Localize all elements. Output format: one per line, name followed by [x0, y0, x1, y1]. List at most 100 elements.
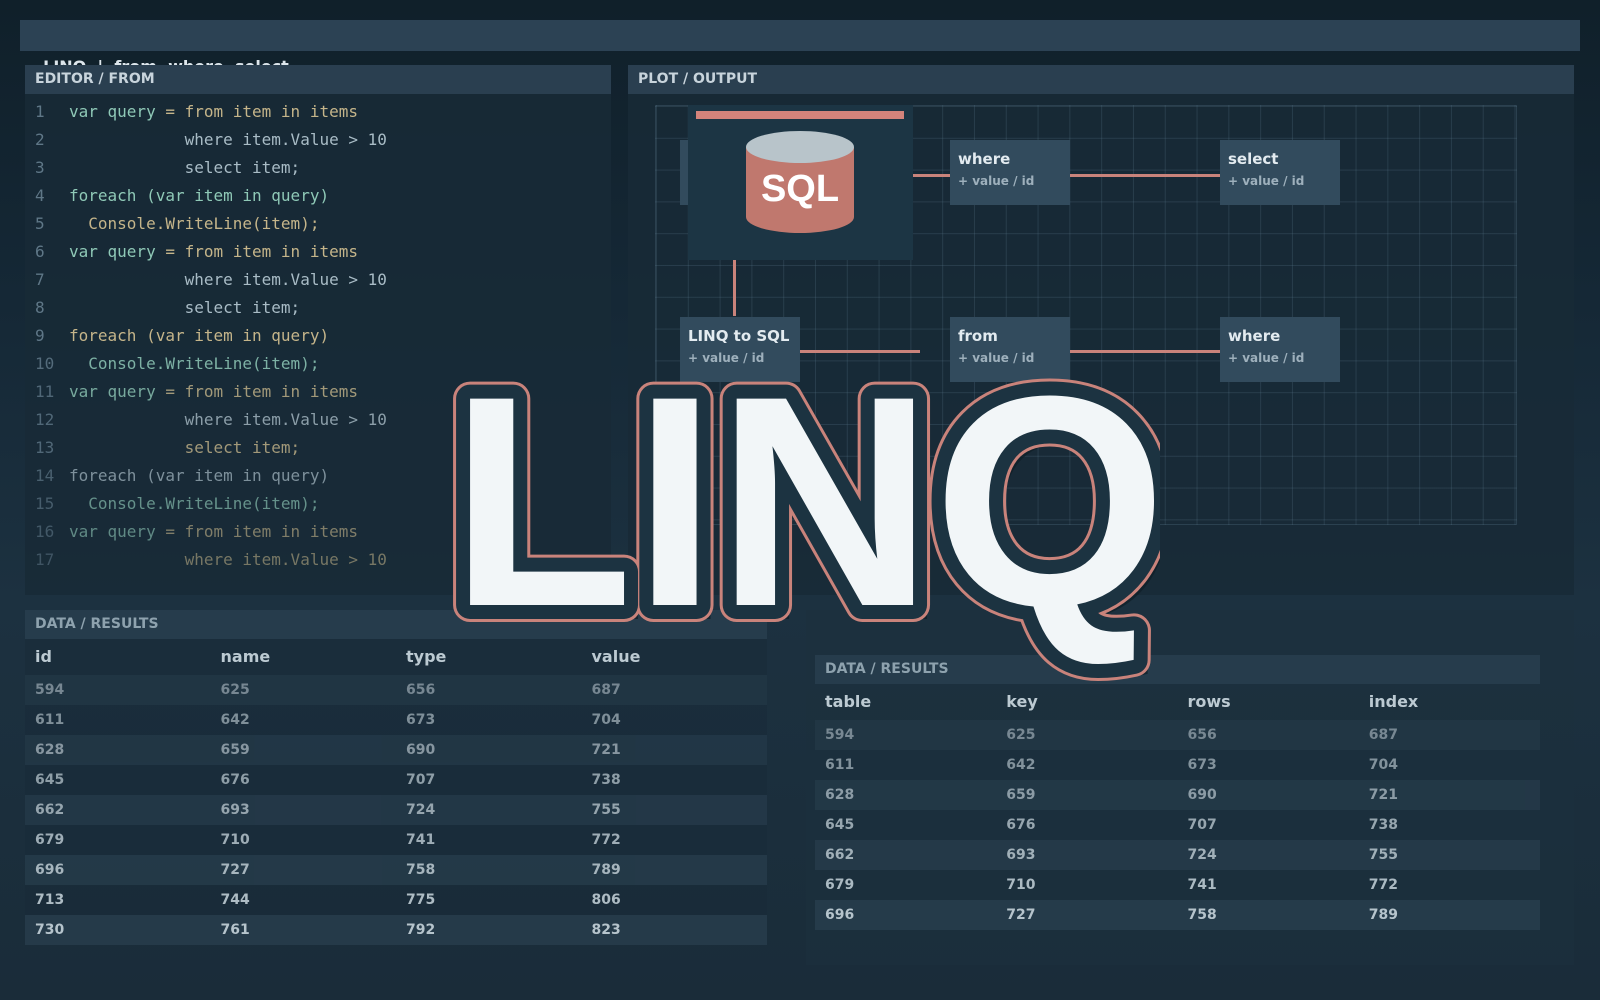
- line-number: 1: [35, 102, 45, 121]
- line-number: 12: [35, 410, 55, 429]
- column-header[interactable]: name: [211, 639, 397, 675]
- table-cell: 755: [1368, 847, 1398, 863]
- code-token: Console.WriteLine(item);: [69, 494, 320, 513]
- line-number: 6: [35, 242, 45, 261]
- table-row[interactable]: 594 625 656 687: [815, 720, 1540, 750]
- table-row[interactable]: 662 693 724 755: [25, 795, 767, 825]
- table-row[interactable]: 611 642 673 704: [815, 750, 1540, 780]
- table-row[interactable]: 730 761 792 823: [25, 915, 767, 945]
- table-row[interactable]: 679 710 741 772: [25, 825, 767, 855]
- table-cell: 628: [825, 787, 855, 803]
- table-row[interactable]: 696 727 758 789: [815, 900, 1540, 930]
- editor-panel-header: EDITOR / FROM: [25, 65, 611, 94]
- table-cell: 676: [220, 772, 250, 788]
- column-header[interactable]: id: [25, 639, 211, 675]
- table-row[interactable]: 696 727 758 789: [25, 855, 767, 885]
- line-number: 4: [35, 186, 45, 205]
- table-cell: 721: [1368, 787, 1398, 803]
- table-cell: 741: [1187, 877, 1217, 893]
- code-token: where item.Value > 10: [69, 270, 387, 289]
- node-sub: + value / id: [1228, 351, 1305, 365]
- table-cell: 772: [1368, 877, 1398, 893]
- column-header[interactable]: rows: [1178, 684, 1359, 720]
- table-row[interactable]: 662 693 724 755: [815, 840, 1540, 870]
- table-cell: 721: [591, 742, 621, 758]
- table-cell: 710: [1006, 877, 1036, 893]
- table-cell: 710: [220, 832, 250, 848]
- table-cell: 789: [1368, 907, 1398, 923]
- table-cell: 704: [1368, 757, 1398, 773]
- plot-panel-header: PLOT / OUTPUT: [628, 65, 1574, 94]
- code-token: select item;: [69, 438, 301, 457]
- table-cell: 594: [35, 682, 65, 698]
- table-cell: 724: [406, 802, 436, 818]
- node-select[interactable]: select + value / id: [1220, 140, 1340, 205]
- table-row[interactable]: 645 676 707 738: [815, 810, 1540, 840]
- code-token: foreach (var item in query): [69, 186, 330, 205]
- line-number: 9: [35, 326, 45, 345]
- table-cell: 642: [220, 712, 250, 728]
- table-cell: 611: [35, 712, 65, 728]
- code-token: where item.Value > 10: [69, 550, 387, 569]
- table-cell: 738: [1368, 817, 1398, 833]
- table-cell: 679: [825, 877, 855, 893]
- table-cell: 628: [35, 742, 65, 758]
- table-cell: 792: [406, 922, 436, 938]
- table-cell: 758: [406, 862, 436, 878]
- table-cell: 645: [35, 772, 65, 788]
- line-number: 11: [35, 382, 55, 401]
- code-line: 8 select item;: [25, 294, 611, 322]
- table-row[interactable]: 628 659 690 721: [25, 735, 767, 765]
- table-cell: 687: [1368, 727, 1398, 743]
- table-row[interactable]: 713 744 775 806: [25, 885, 767, 915]
- table-row[interactable]: 628 659 690 721: [815, 780, 1540, 810]
- node-label: where: [958, 150, 1011, 168]
- code-line: 1 var query = from item in items: [25, 98, 611, 126]
- code-token: = from item in items: [165, 242, 358, 261]
- node-where[interactable]: where + value / id: [950, 140, 1070, 205]
- table-row[interactable]: 645 676 707 738: [25, 765, 767, 795]
- window-title-bar: LINQ | from where select: [20, 20, 1580, 76]
- table-cell: 707: [1187, 817, 1217, 833]
- line-number: 5: [35, 214, 45, 233]
- code-token: where item.Value > 10: [69, 130, 387, 149]
- table-cell: 659: [220, 742, 250, 758]
- table-cell: 642: [1006, 757, 1036, 773]
- table-row[interactable]: 679 710 741 772: [815, 870, 1540, 900]
- code-line: 6 var query = from item in items: [25, 238, 611, 266]
- table-cell: 696: [825, 907, 855, 923]
- line-number: 10: [35, 354, 55, 373]
- table-cell: 679: [35, 832, 65, 848]
- table-cell: 673: [406, 712, 436, 728]
- code-token: var query: [69, 382, 166, 401]
- table-cell: 772: [591, 832, 621, 848]
- code-token: foreach (var item in query): [69, 466, 330, 485]
- code-line: 3 select item;: [25, 154, 611, 182]
- table-cell: 730: [35, 922, 65, 938]
- sql-accent-bar: [696, 111, 904, 119]
- table-cell: 693: [220, 802, 250, 818]
- wire: [733, 260, 736, 316]
- code-token: select item;: [69, 158, 301, 177]
- code-line: 9 foreach (var item in query): [25, 322, 611, 350]
- line-number: 8: [35, 298, 45, 317]
- sql-database-tile: SQL: [688, 105, 913, 260]
- table-cell: 738: [591, 772, 621, 788]
- line-number: 14: [35, 466, 55, 485]
- code-token: = from item in items: [165, 522, 358, 541]
- table-cell: 761: [220, 922, 250, 938]
- database-icon: SQL: [746, 131, 854, 233]
- node-label: from: [958, 327, 998, 345]
- node-label: where: [1228, 327, 1281, 345]
- code-token: Console.WriteLine(item);: [69, 354, 320, 373]
- table-cell: 656: [1187, 727, 1217, 743]
- table-cell: 713: [35, 892, 65, 908]
- node-sub: + value / id: [958, 351, 1035, 365]
- column-header[interactable]: index: [1359, 684, 1540, 720]
- table-row[interactable]: 611 642 673 704: [25, 705, 767, 735]
- line-number: 17: [35, 550, 55, 569]
- code-token: var query: [69, 102, 166, 121]
- node-where-2[interactable]: where + value / id: [1220, 317, 1340, 382]
- line-number: 2: [35, 130, 45, 149]
- table-cell: 662: [35, 802, 65, 818]
